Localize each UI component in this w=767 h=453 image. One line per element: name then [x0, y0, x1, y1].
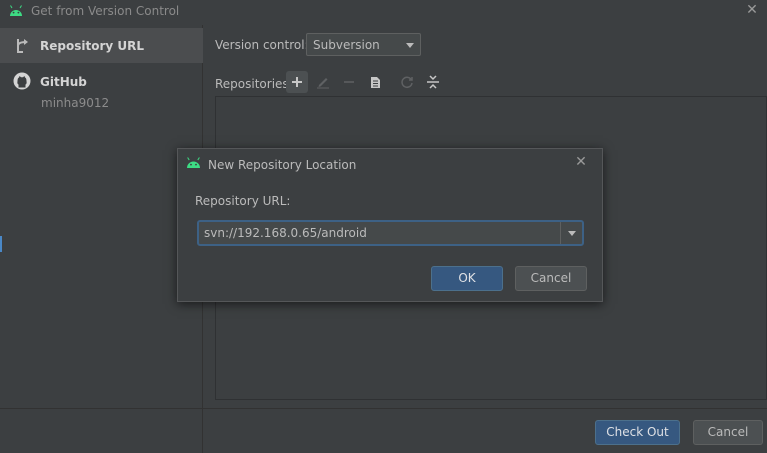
- focus-marker: [0, 236, 2, 252]
- repository-url-label: Repository URL:: [195, 194, 291, 208]
- sidebar-item-label: GitHub: [40, 75, 87, 89]
- github-icon: [13, 72, 31, 90]
- cancel-button[interactable]: Cancel: [693, 420, 763, 445]
- add-icon: [292, 77, 302, 87]
- dialog-title: New Repository Location: [208, 158, 357, 172]
- refresh-button[interactable]: [396, 71, 418, 93]
- title-bar: Get from Version Control ✕: [0, 0, 767, 24]
- footer-separator: [0, 408, 767, 409]
- copy-icon: [371, 77, 380, 88]
- window-close-icon[interactable]: ✕: [745, 3, 759, 17]
- edit-repository-button[interactable]: [312, 71, 334, 93]
- sidebar-item-repository-url[interactable]: Repository URL: [0, 28, 203, 63]
- sidebar-item-github[interactable]: GitHub minha9012: [0, 67, 203, 115]
- repository-url-combobox[interactable]: [197, 220, 584, 246]
- version-control-select[interactable]: Subversion: [306, 33, 421, 56]
- vcs-icon: [17, 39, 28, 53]
- new-repository-location-dialog: New Repository Location ✕ Repository URL…: [177, 148, 603, 302]
- android-icon: [10, 5, 22, 16]
- url-history-dropdown[interactable]: [560, 222, 582, 244]
- window-title: Get from Version Control: [31, 4, 180, 18]
- collapse-icon: [427, 75, 439, 89]
- collapse-button[interactable]: [422, 71, 444, 93]
- version-control-label: Version control:: [215, 38, 309, 52]
- sidebar-item-label: Repository URL: [40, 39, 144, 53]
- version-control-value: Subversion: [313, 38, 380, 52]
- get-from-vcs-window: Get from Version Control ✕ Repository UR…: [0, 0, 767, 453]
- refresh-icon: [401, 76, 413, 89]
- dialog-cancel-button[interactable]: Cancel: [515, 266, 587, 291]
- ok-button[interactable]: OK: [431, 266, 503, 291]
- sidebar: Repository URL GitHub minha9012: [0, 25, 203, 453]
- repository-url-input[interactable]: [199, 222, 559, 244]
- github-account-name: minha9012: [41, 96, 110, 110]
- check-out-button[interactable]: Check Out: [595, 420, 680, 445]
- copy-repository-button[interactable]: [364, 71, 386, 93]
- add-repository-button[interactable]: [286, 71, 308, 93]
- repositories-label: Repositories:: [215, 77, 293, 91]
- edit-icon: [317, 78, 329, 89]
- remove-repository-button[interactable]: [338, 71, 360, 93]
- chevron-down-icon: [406, 43, 414, 48]
- chevron-down-icon: [568, 231, 576, 236]
- android-icon: [187, 157, 200, 168]
- dialog-close-icon[interactable]: ✕: [574, 155, 588, 169]
- remove-icon: [344, 81, 354, 83]
